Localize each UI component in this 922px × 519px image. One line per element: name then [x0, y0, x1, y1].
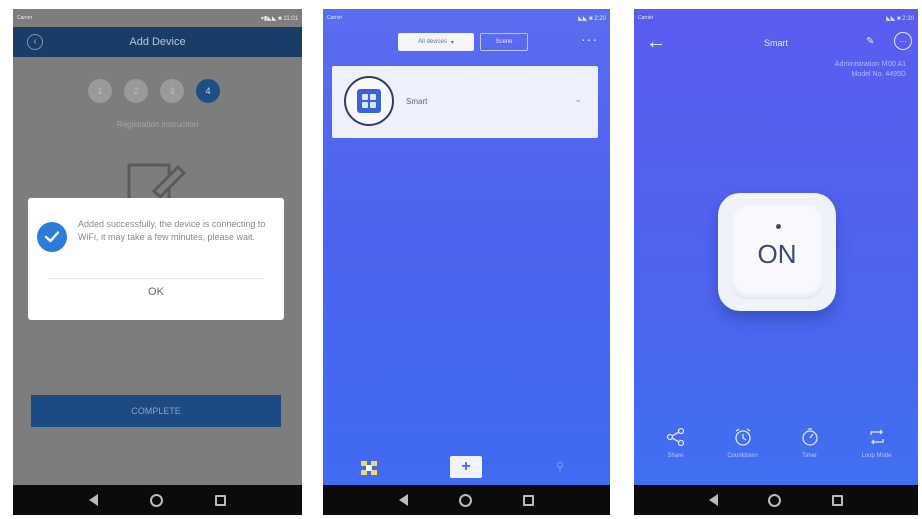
- carrier-label: Carrier: [17, 15, 33, 21]
- carrier-label: Carrier: [327, 15, 343, 21]
- status-indicators: ◣◣ ■ 2:20: [578, 15, 606, 22]
- status-bar: Carrier ▾▮◣◣ ■ 11:01: [13, 9, 302, 27]
- power-toggle-button[interactable]: ON: [718, 193, 836, 311]
- timer-button[interactable]: Timer: [781, 427, 839, 477]
- switch-device-icon: [357, 89, 381, 113]
- nav-home-icon[interactable]: [150, 493, 163, 507]
- step-1: 1: [88, 79, 112, 103]
- step-3: 3: [160, 79, 184, 103]
- nav-back-icon[interactable]: [398, 494, 408, 506]
- scene-button[interactable]: Scene: [480, 33, 528, 51]
- pencil-icon[interactable]: ✎: [866, 36, 874, 47]
- share-icon: [666, 427, 684, 447]
- share-label: Share: [667, 453, 684, 459]
- add-device-button[interactable]: +: [450, 456, 482, 478]
- timer-label: Timer: [801, 453, 818, 459]
- phone-add-device: Carrier ▾▮◣◣ ■ 11:01 ‹ Add Device 1 2 3 …: [13, 9, 302, 515]
- nav-back-icon[interactable]: [89, 494, 98, 506]
- filter-label: All devices: [418, 39, 447, 45]
- more-icon[interactable]: ···: [581, 32, 598, 46]
- back-circle-icon[interactable]: ‹: [27, 34, 43, 50]
- nav-recents-icon[interactable]: [831, 494, 843, 506]
- share-button[interactable]: Share: [647, 427, 705, 477]
- nav-recents-icon[interactable]: [523, 494, 535, 506]
- power-state-label: ON: [757, 239, 797, 269]
- dialog-divider: [48, 278, 264, 279]
- top-filter-bar: All devices ▾ Scene: [398, 33, 528, 51]
- countdown-label: Countdown: [727, 453, 758, 459]
- chevron-down-icon[interactable]: ⌄: [574, 94, 582, 105]
- status-bar: Carrier ◣◣ ■ 2:20: [634, 9, 918, 27]
- loop-mode-label: Loop Mode: [861, 453, 892, 459]
- device-subtitle-1: Administration Ｍ00 A1: [834, 61, 906, 68]
- device-toolbar: Share Countdown Timer Loop Mode: [634, 427, 918, 477]
- app-header: ‹ Add Device: [13, 27, 302, 57]
- step-indicator: 1 2 3 4: [88, 79, 220, 103]
- loop-icon: [869, 429, 884, 445]
- android-nav-bar: [13, 485, 302, 515]
- profile-icon[interactable]: ⚲: [552, 460, 568, 476]
- nav-recents-icon[interactable]: [215, 494, 226, 506]
- nav-home-icon[interactable]: [768, 493, 782, 507]
- status-indicators: ▾▮◣◣ ■ 11:01: [260, 15, 298, 22]
- phone-device-control: Carrier ◣◣ ■ 2:20 ← Smart ✎ ··· Administ…: [634, 9, 918, 515]
- complete-button[interactable]: COMPLETE: [31, 395, 281, 427]
- check-circle-icon: [37, 222, 67, 252]
- bottom-tab-bar: + ⚲: [323, 455, 610, 481]
- power-indicator-dot: [776, 224, 781, 229]
- carrier-label: Carrier: [638, 15, 654, 21]
- devices-grid-icon[interactable]: [360, 460, 378, 476]
- alarm-clock-icon: [734, 428, 751, 446]
- step-caption: Registration instruction: [116, 120, 199, 129]
- step-4-active: 4: [196, 79, 220, 103]
- device-name: Smart: [406, 97, 428, 106]
- android-nav-bar: [323, 485, 610, 515]
- dialog-message: Added successfully, the device is connec…: [78, 219, 266, 242]
- ellipsis-circle-icon[interactable]: ···: [894, 32, 912, 50]
- nav-back-icon[interactable]: [709, 494, 719, 506]
- status-indicators: ◣◣ ■ 2:20: [886, 15, 914, 22]
- phone-device-list: Carrier ◣◣ ■ 2:20 All devices ▾ Scene ··…: [323, 9, 610, 515]
- chevron-down-icon: ▾: [450, 39, 454, 46]
- step-2: 2: [124, 79, 148, 103]
- success-dialog: Added successfully, the device is connec…: [28, 198, 284, 320]
- ok-button[interactable]: OK: [28, 286, 284, 298]
- countdown-button[interactable]: Countdown: [714, 427, 772, 477]
- device-subtitle-2: Model No. 4495D: [851, 71, 906, 78]
- device-filter-dropdown[interactable]: All devices ▾: [398, 33, 474, 51]
- status-bar: Carrier ◣◣ ■ 2:20: [323, 9, 610, 27]
- screenshot-collage: Carrier ▾▮◣◣ ■ 11:01 ‹ Add Device 1 2 3 …: [0, 0, 922, 519]
- device-icon-ring: [344, 76, 394, 126]
- power-button-face: ON: [730, 205, 824, 299]
- device-card[interactable]: Smart ⌄: [332, 66, 598, 138]
- nav-home-icon[interactable]: [458, 493, 472, 507]
- android-nav-bar: [634, 485, 918, 515]
- loop-mode-button[interactable]: Loop Mode: [848, 427, 906, 477]
- device-title: Smart: [763, 38, 788, 48]
- stopwatch-icon: [801, 428, 818, 446]
- page-title: Add Device: [129, 36, 186, 48]
